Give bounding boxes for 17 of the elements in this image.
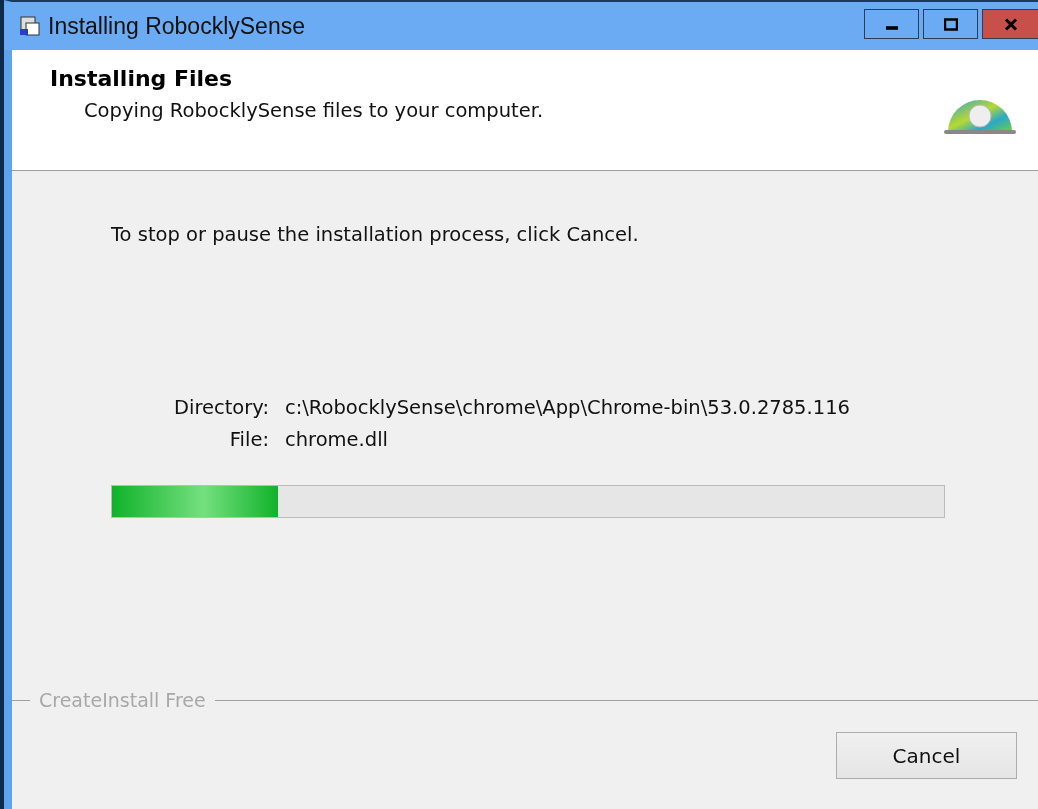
close-icon <box>1004 17 1018 31</box>
detail-label: Directory: <box>172 396 269 419</box>
instruction-text: To stop or pause the installation process, click Cancel. <box>111 223 640 246</box>
page-title: Installing Files <box>50 66 234 91</box>
close-button[interactable] <box>982 9 1038 39</box>
detail-value: c:\RobocklySense\chrome\App\Chrome-bin\53.0.2785.116 <box>285 396 851 419</box>
window-title: Installing RobocklySense <box>48 12 306 40</box>
maximize-icon <box>943 17 958 31</box>
minimize-icon <box>885 26 898 30</box>
installer-icon <box>18 14 42 38</box>
brand-label: CreateInstall Free <box>38 689 207 711</box>
maximize-button[interactable] <box>923 9 978 39</box>
detail-value: chrome.dll <box>285 428 389 451</box>
minimize-button[interactable] <box>864 9 919 39</box>
detail-label: File: <box>228 428 269 451</box>
cancel-button[interactable]: Cancel <box>836 732 1017 779</box>
page-subtitle: Copying RobocklySense files to your computer. <box>84 99 545 122</box>
